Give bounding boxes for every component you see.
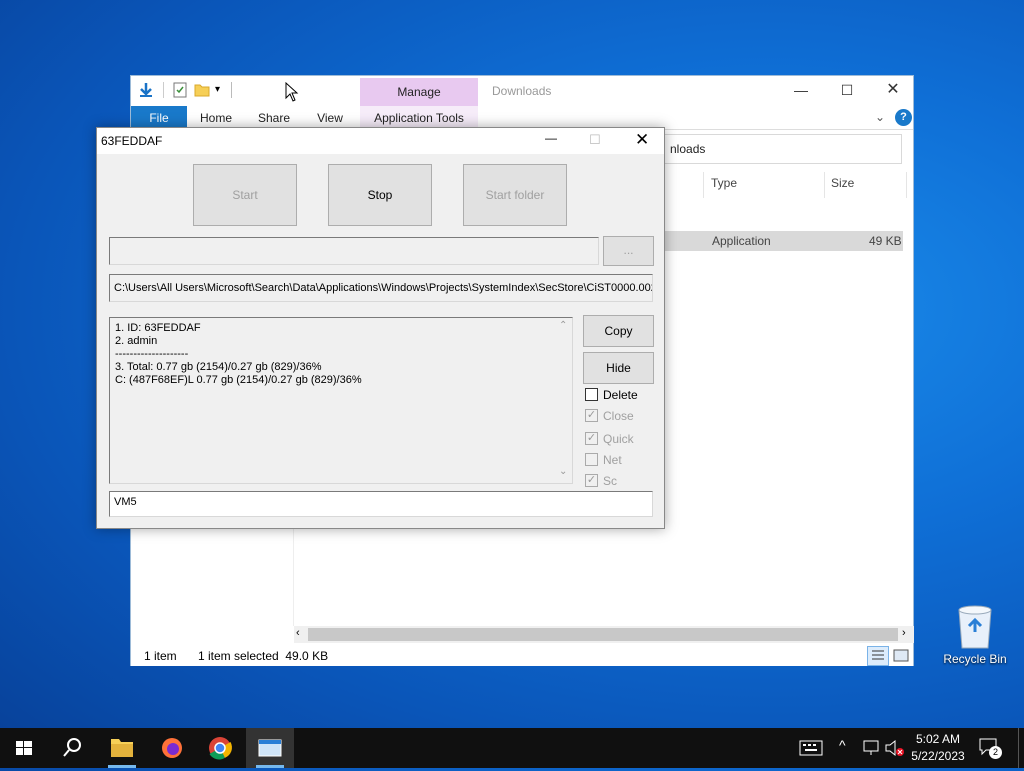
large-icons-view-icon[interactable]: [891, 646, 911, 666]
column-header-size[interactable]: Size: [831, 176, 854, 190]
qat-divider: [163, 82, 164, 98]
checkbox-box[interactable]: [585, 388, 598, 401]
log-output[interactable]: 1. ID: 63FEDDAF 2. admin ---------------…: [109, 317, 573, 484]
window-title: Downloads: [492, 84, 552, 98]
checkbox-label: Quick: [603, 432, 634, 446]
file-type-cell: Application: [712, 234, 771, 248]
dialog-title: 63FEDDAF: [101, 134, 163, 148]
notification-center[interactable]: 2: [978, 736, 1002, 759]
show-desktop-button[interactable]: [1018, 728, 1019, 768]
copy-button[interactable]: Copy: [583, 315, 654, 347]
checkbox-label: Close: [603, 409, 634, 423]
scroll-right-icon[interactable]: ›: [902, 627, 906, 639]
column-divider[interactable]: [906, 172, 907, 198]
checkbox-box: [585, 453, 598, 466]
recycle-bin-icon[interactable]: [953, 602, 997, 650]
selection-info: 1 item selected 49.0 KB: [198, 649, 329, 663]
volume-muted-icon[interactable]: [884, 739, 906, 757]
application-window-icon: [256, 739, 284, 768]
chevron-up-icon[interactable]: ^: [839, 737, 846, 753]
clock-time: 5:02 AM: [915, 732, 961, 746]
selected-file-row[interactable]: [651, 231, 903, 251]
minimize-icon[interactable]: —: [778, 76, 824, 104]
status-bar: 1 item 1 item selected 49.0 KB: [131, 645, 913, 666]
column-divider[interactable]: [703, 172, 704, 198]
app-dialog-window[interactable]: 63FEDDAF — ☐ ✕ Start Stop Start folder .…: [96, 127, 665, 529]
keyboard-icon[interactable]: [798, 738, 824, 758]
hide-button[interactable]: Hide: [583, 352, 654, 384]
clock-date: 5/22/2023: [911, 749, 965, 763]
start-folder-button[interactable]: Start folder: [463, 164, 567, 226]
checkmark-icon: ✓: [585, 432, 598, 445]
minimize-icon[interactable]: —: [545, 131, 559, 145]
checkbox-label: Net: [603, 453, 622, 467]
details-view-icon[interactable]: [867, 646, 889, 666]
new-folder-icon[interactable]: [194, 82, 210, 98]
address-bar[interactable]: nloads: [661, 134, 902, 164]
vm-input[interactable]: VM5: [109, 491, 653, 517]
stop-button[interactable]: Stop: [328, 164, 432, 226]
file-explorer-taskbar-icon[interactable]: [98, 728, 146, 768]
firefox-icon[interactable]: [148, 728, 196, 768]
scroll-down-icon[interactable]: ⌄: [559, 466, 567, 477]
taskbar: ^ 5:02 AM 5/22/2023 2: [0, 728, 1024, 768]
notification-badge: 2: [989, 746, 1002, 759]
quick-access-toolbar: ▾ Manage Downloads — ☐ ✕: [131, 76, 913, 106]
log-text: 1. ID: 63FEDDAF 2. admin ---------------…: [115, 322, 362, 386]
search-icon[interactable]: [48, 728, 96, 768]
maximize-icon: ☐: [589, 132, 601, 147]
dialog-titlebar[interactable]: 63FEDDAF — ☐ ✕: [97, 128, 664, 154]
active-app-taskbar-button[interactable]: [246, 728, 294, 768]
checkmark-icon: ✓: [585, 474, 598, 487]
column-divider[interactable]: [824, 172, 825, 198]
properties-icon[interactable]: [172, 82, 188, 98]
recycle-bin[interactable]: Recycle Bin: [940, 600, 1010, 670]
close-icon[interactable]: ✕: [635, 130, 649, 150]
mouse-cursor-icon: [285, 82, 299, 102]
checkbox-label: Delete: [603, 388, 638, 402]
chevron-down-icon[interactable]: ⌄: [875, 110, 885, 124]
checkbox-label: Sc: [603, 474, 618, 488]
item-count: 1 item: [144, 649, 177, 663]
chrome-icon[interactable]: [196, 728, 244, 768]
recycle-bin-label: Recycle Bin: [943, 652, 1007, 666]
scroll-up-icon[interactable]: ⌃: [559, 320, 567, 331]
browse-button[interactable]: ...: [603, 236, 654, 266]
network-icon[interactable]: [861, 739, 881, 757]
manage-context-tab: Manage: [360, 78, 478, 106]
column-header-type[interactable]: Type: [711, 176, 737, 190]
scroll-left-icon[interactable]: ‹: [296, 627, 300, 639]
help-icon[interactable]: ?: [895, 109, 912, 126]
windows-start-icon[interactable]: [0, 728, 48, 768]
start-button[interactable]: Start: [193, 164, 297, 226]
file-size-cell: 49 KB: [869, 234, 902, 248]
system-clock[interactable]: 5:02 AM 5/22/2023: [905, 731, 971, 765]
close-icon[interactable]: ✕: [870, 76, 916, 104]
path-input[interactable]: [109, 237, 599, 265]
checkmark-icon: ✓: [585, 409, 598, 422]
qat-divider: [231, 82, 232, 98]
path-display: C:\Users\All Users\Microsoft\Search\Data…: [109, 274, 653, 302]
horizontal-scrollbar[interactable]: ‹ ›: [294, 626, 914, 643]
maximize-icon[interactable]: ☐: [824, 76, 870, 104]
scrollbar-thumb[interactable]: [308, 628, 898, 641]
vertical-scrollbar[interactable]: ⌃ ⌄: [556, 318, 572, 483]
download-arrow-icon[interactable]: [138, 82, 154, 98]
qat-dropdown-icon[interactable]: ▾: [215, 84, 220, 95]
